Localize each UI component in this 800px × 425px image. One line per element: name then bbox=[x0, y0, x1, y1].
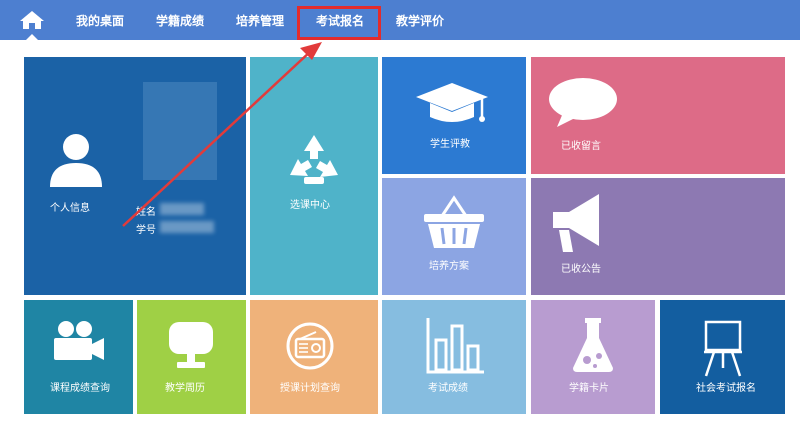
annotation-arrow bbox=[122, 42, 322, 227]
